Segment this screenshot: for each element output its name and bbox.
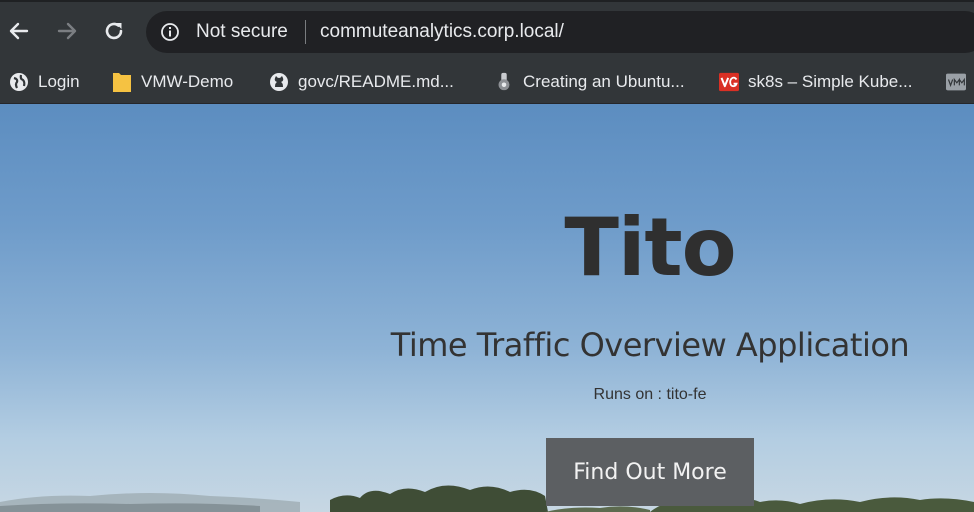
bookmark-label: sk8s – Simple Kube... <box>748 72 913 91</box>
security-status-label[interactable]: Not secure <box>196 21 288 43</box>
bookmark-vmw-demo[interactable]: VMW-Demo <box>112 60 233 104</box>
bookmarks-bar: Login VMW-Demo govc/README.md... Creatin… <box>0 60 974 104</box>
find-out-more-button[interactable]: Find Out More <box>546 438 754 506</box>
omnibox-divider <box>305 20 306 44</box>
globe-icon <box>9 72 29 92</box>
vm-icon <box>946 72 966 92</box>
info-icon[interactable] <box>160 22 180 42</box>
address-bar[interactable]: Not secure commuteanalytics.corp.local/ <box>146 11 974 53</box>
bookmark-sk8s[interactable]: sk8s – Simple Kube... <box>719 60 912 104</box>
ubuntu-icon <box>494 72 514 92</box>
browser-toolbar: Not secure commuteanalytics.corp.local/ <box>0 0 974 60</box>
forward-arrow-icon <box>57 22 77 40</box>
hero-section: Tito Time Traffic Overview Application R… <box>0 104 974 512</box>
folder-icon <box>112 72 132 92</box>
bookmark-label: govc/README.md... <box>298 72 454 91</box>
page-subtitle: Time Traffic Overview Application <box>390 326 910 364</box>
reload-icon <box>105 22 123 40</box>
runs-on-text: Runs on : tito-fe <box>593 386 707 403</box>
forward-button[interactable] <box>52 16 82 46</box>
bookmark-label: Creating an Ubuntu... <box>523 72 685 91</box>
page-title: Tito <box>564 201 736 294</box>
github-icon <box>269 72 289 92</box>
bookmark-creating-ubuntu[interactable]: Creating an Ubuntu... <box>494 60 685 104</box>
back-arrow-icon <box>9 22 29 40</box>
bookmark-vm[interactable] <box>946 60 974 104</box>
bookmark-govc-readme[interactable]: govc/README.md... <box>269 60 454 104</box>
back-button[interactable] <box>4 16 34 46</box>
bookmark-login[interactable]: Login <box>9 60 80 104</box>
bookmark-label: Login <box>38 72 80 91</box>
vg-icon <box>719 72 739 92</box>
reload-button[interactable] <box>99 16 129 46</box>
url-text[interactable]: commuteanalytics.corp.local/ <box>320 21 564 43</box>
bookmark-label: VMW-Demo <box>141 72 234 91</box>
landscape-background <box>0 485 974 512</box>
